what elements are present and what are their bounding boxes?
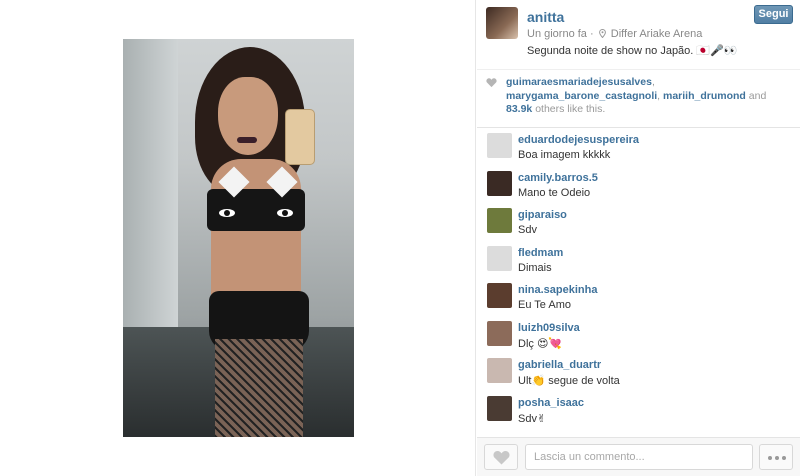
commenter-username[interactable]: gabriella_duartr (518, 359, 601, 371)
comment-text: Mano te Odeio (518, 186, 591, 199)
commenter-username[interactable]: nina.sapekinha (518, 284, 597, 296)
post-header: anitta Un giorno fa · Differ Ariake Aren… (477, 0, 800, 70)
post-photo[interactable] (123, 39, 354, 437)
comments-list[interactable]: eduardodejesuspereira Boa imagem kkkkk cam… (477, 129, 800, 438)
comment-text: Dlç 😍💘 (518, 337, 563, 350)
post-caption: Segunda noite de show no Japão. 🇯🇵🎤👀 (527, 45, 738, 57)
liker-link[interactable]: marygama_barone_castagnoli (506, 90, 657, 102)
comment-text: Ult👏 segue de volta (518, 375, 620, 387)
like-button[interactable] (484, 444, 518, 470)
comment-item: fledmam Dimais (477, 242, 800, 280)
liker-link[interactable]: guimaraesmariadejesusalves (506, 76, 652, 88)
more-options-icon[interactable] (759, 444, 793, 470)
commenter-username[interactable]: camily.barros.5 (518, 172, 598, 184)
likes-text: guimaraesmariadejesusalves, marygama_bar… (506, 76, 767, 115)
commenter-username[interactable]: fledmam (518, 247, 563, 259)
likes-and: and (748, 89, 767, 102)
commenter-avatar[interactable] (487, 395, 512, 421)
comment-text: Sdv (518, 224, 537, 236)
comment-input[interactable] (525, 444, 753, 470)
like-heart-icon (493, 451, 510, 465)
liker-link[interactable]: mariih_drumond (663, 90, 746, 102)
commenter-avatar[interactable] (487, 208, 512, 233)
author-avatar[interactable] (486, 7, 518, 39)
comment-item: eduardodejesuspereira Boa imagem kkkkk (477, 129, 800, 167)
comment-item: luizh09silva Dlç 😍💘 (477, 317, 800, 355)
instagram-post-view: anitta Un giorno fa · Differ Ariake Aren… (0, 0, 800, 476)
comment-item: gabriella_duartr Ult👏 segue de volta (477, 354, 800, 392)
location-pin-icon (598, 29, 606, 38)
comment-item: giparaiso Sdv (477, 204, 800, 242)
commenter-avatar[interactable] (487, 170, 512, 196)
comment-text: Sdv✌ (518, 412, 547, 425)
comment-item: posha_isaac Sdv✌ (477, 392, 800, 430)
commenter-avatar[interactable] (487, 283, 512, 308)
comment-text: Eu Te Amo (518, 299, 571, 311)
comment-footer (477, 437, 800, 476)
comment-item: camily.barros.5 Mano te Odeio (477, 167, 800, 205)
post-meta: Un giorno fa · Differ Ariake Arena (527, 28, 703, 40)
commenter-username[interactable]: giparaiso (518, 209, 567, 221)
likes-count[interactable]: 83.9k (506, 103, 532, 115)
commenter-avatar[interactable] (487, 133, 512, 158)
follow-button[interactable]: Segui (754, 5, 793, 24)
commenter-avatar[interactable] (487, 358, 512, 383)
likes-section: guimaraesmariadejesusalves, marygama_bar… (477, 71, 800, 128)
commenter-username[interactable]: luizh09silva (518, 322, 580, 334)
post-side-panel: anitta Un giorno fa · Differ Ariake Aren… (477, 0, 800, 476)
media-pane (0, 0, 476, 476)
commenter-avatar[interactable] (487, 320, 512, 346)
author-username[interactable]: anitta (527, 9, 564, 25)
comment-item: nina.sapekinha Eu Te Amo (477, 279, 800, 317)
heart-icon (486, 78, 497, 88)
commenter-username[interactable]: posha_isaac (518, 397, 584, 409)
commenter-avatar[interactable] (487, 245, 512, 271)
likes-suffix: others like this. (535, 103, 606, 115)
post-location[interactable]: Differ Ariake Arena (611, 28, 703, 40)
comment-text: Boa imagem kkkkk (518, 149, 611, 161)
commenter-username[interactable]: eduardodejesuspereira (518, 134, 639, 146)
post-time[interactable]: Un giorno fa (527, 28, 587, 40)
comment-text: Dimais (518, 261, 552, 274)
